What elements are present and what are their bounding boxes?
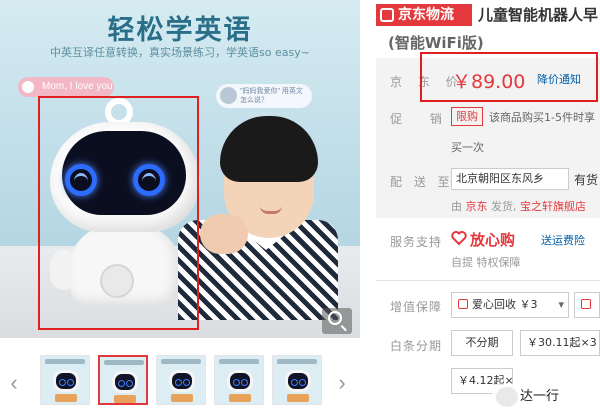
chevron-down-icon: ▾ bbox=[558, 298, 564, 311]
ship-jd-link[interactable]: 京东 bbox=[466, 200, 488, 213]
robot-highlight-frame bbox=[38, 96, 199, 330]
promo-text: 该商品购买1-5件时享 bbox=[489, 111, 595, 124]
speech-bubble-english: Mom, I love you bbox=[18, 77, 114, 97]
speech-bubble-chinese: "妈妈我爱你" 用英文怎么说？ bbox=[216, 84, 312, 108]
watermark: 达一行 bbox=[492, 384, 566, 410]
thumbnail-5[interactable] bbox=[272, 355, 322, 405]
thumbnail-3[interactable] bbox=[156, 355, 206, 405]
freight-insurance-link[interactable]: 送运费险 bbox=[541, 232, 585, 248]
promo-label: 促 销 bbox=[390, 112, 454, 126]
delivery-address-select[interactable]: 北京朝阳区东风乡 bbox=[451, 168, 569, 190]
assured-purchase-logo: 放心购 bbox=[470, 231, 516, 249]
installment-label: 白条分期 bbox=[390, 339, 443, 353]
more-services-select[interactable] bbox=[574, 292, 600, 318]
boy-hand bbox=[200, 214, 248, 254]
ship-from-prefix: 由 bbox=[451, 200, 462, 213]
service-label: 服务支持 bbox=[390, 235, 443, 249]
store-link[interactable]: 宝之轩旗舰店 bbox=[520, 200, 586, 213]
product-title: 儿童智能机器人早 bbox=[478, 6, 599, 24]
hero-title: 轻松学英语 bbox=[107, 15, 253, 46]
heart-icon bbox=[451, 231, 467, 246]
thumbnail-4[interactable] bbox=[214, 355, 264, 405]
delivery-label: 配 送 至 bbox=[390, 175, 454, 189]
magnifier-icon[interactable] bbox=[322, 308, 352, 334]
hero-subtitle: 中英互译任意转换，真实场景练习，学英语so easy~ bbox=[50, 46, 310, 59]
price-highlight-frame bbox=[420, 52, 598, 102]
section-divider bbox=[376, 280, 600, 281]
purchase-limit-badge: 限购 bbox=[451, 107, 483, 126]
glasses-left-lens bbox=[232, 150, 266, 176]
ship-from-text: 由 京东 发货, 宝之轩旗舰店 bbox=[451, 198, 586, 214]
glasses-right-lens bbox=[272, 150, 306, 176]
service-sub-text: 自提 特权保障 bbox=[451, 256, 521, 269]
thumbnail-2[interactable] bbox=[98, 355, 148, 405]
recycle-service-select[interactable]: 爱心回收 ￥3 ▾ bbox=[451, 292, 569, 318]
recycle-icon bbox=[458, 299, 468, 309]
thumbnail-prev-arrow-icon[interactable]: ‹ bbox=[6, 370, 22, 396]
product-page: 轻松学英语 中英互译任意转换，真实场景练习，学英语so easy~ Mom, I… bbox=[0, 0, 600, 416]
thumbnail-1[interactable] bbox=[40, 355, 90, 405]
installment-option-none[interactable]: 不分期 bbox=[451, 330, 513, 356]
logistics-icon bbox=[380, 8, 394, 22]
thumbnail-next-arrow-icon[interactable]: › bbox=[334, 370, 350, 396]
stock-status: 有货 bbox=[574, 173, 599, 187]
recycle-service-text: 爱心回收 ￥3 bbox=[472, 298, 538, 311]
ship-from-mid: 发货, bbox=[491, 200, 520, 213]
service-icon bbox=[581, 299, 591, 309]
addon-label: 增值保障 bbox=[390, 300, 443, 314]
installment-option-3[interactable]: ￥30.11起×3 bbox=[520, 330, 600, 356]
product-title-variant: (智能WiFi版) bbox=[388, 34, 484, 52]
promo-text-continued: 买一次 bbox=[451, 141, 484, 154]
